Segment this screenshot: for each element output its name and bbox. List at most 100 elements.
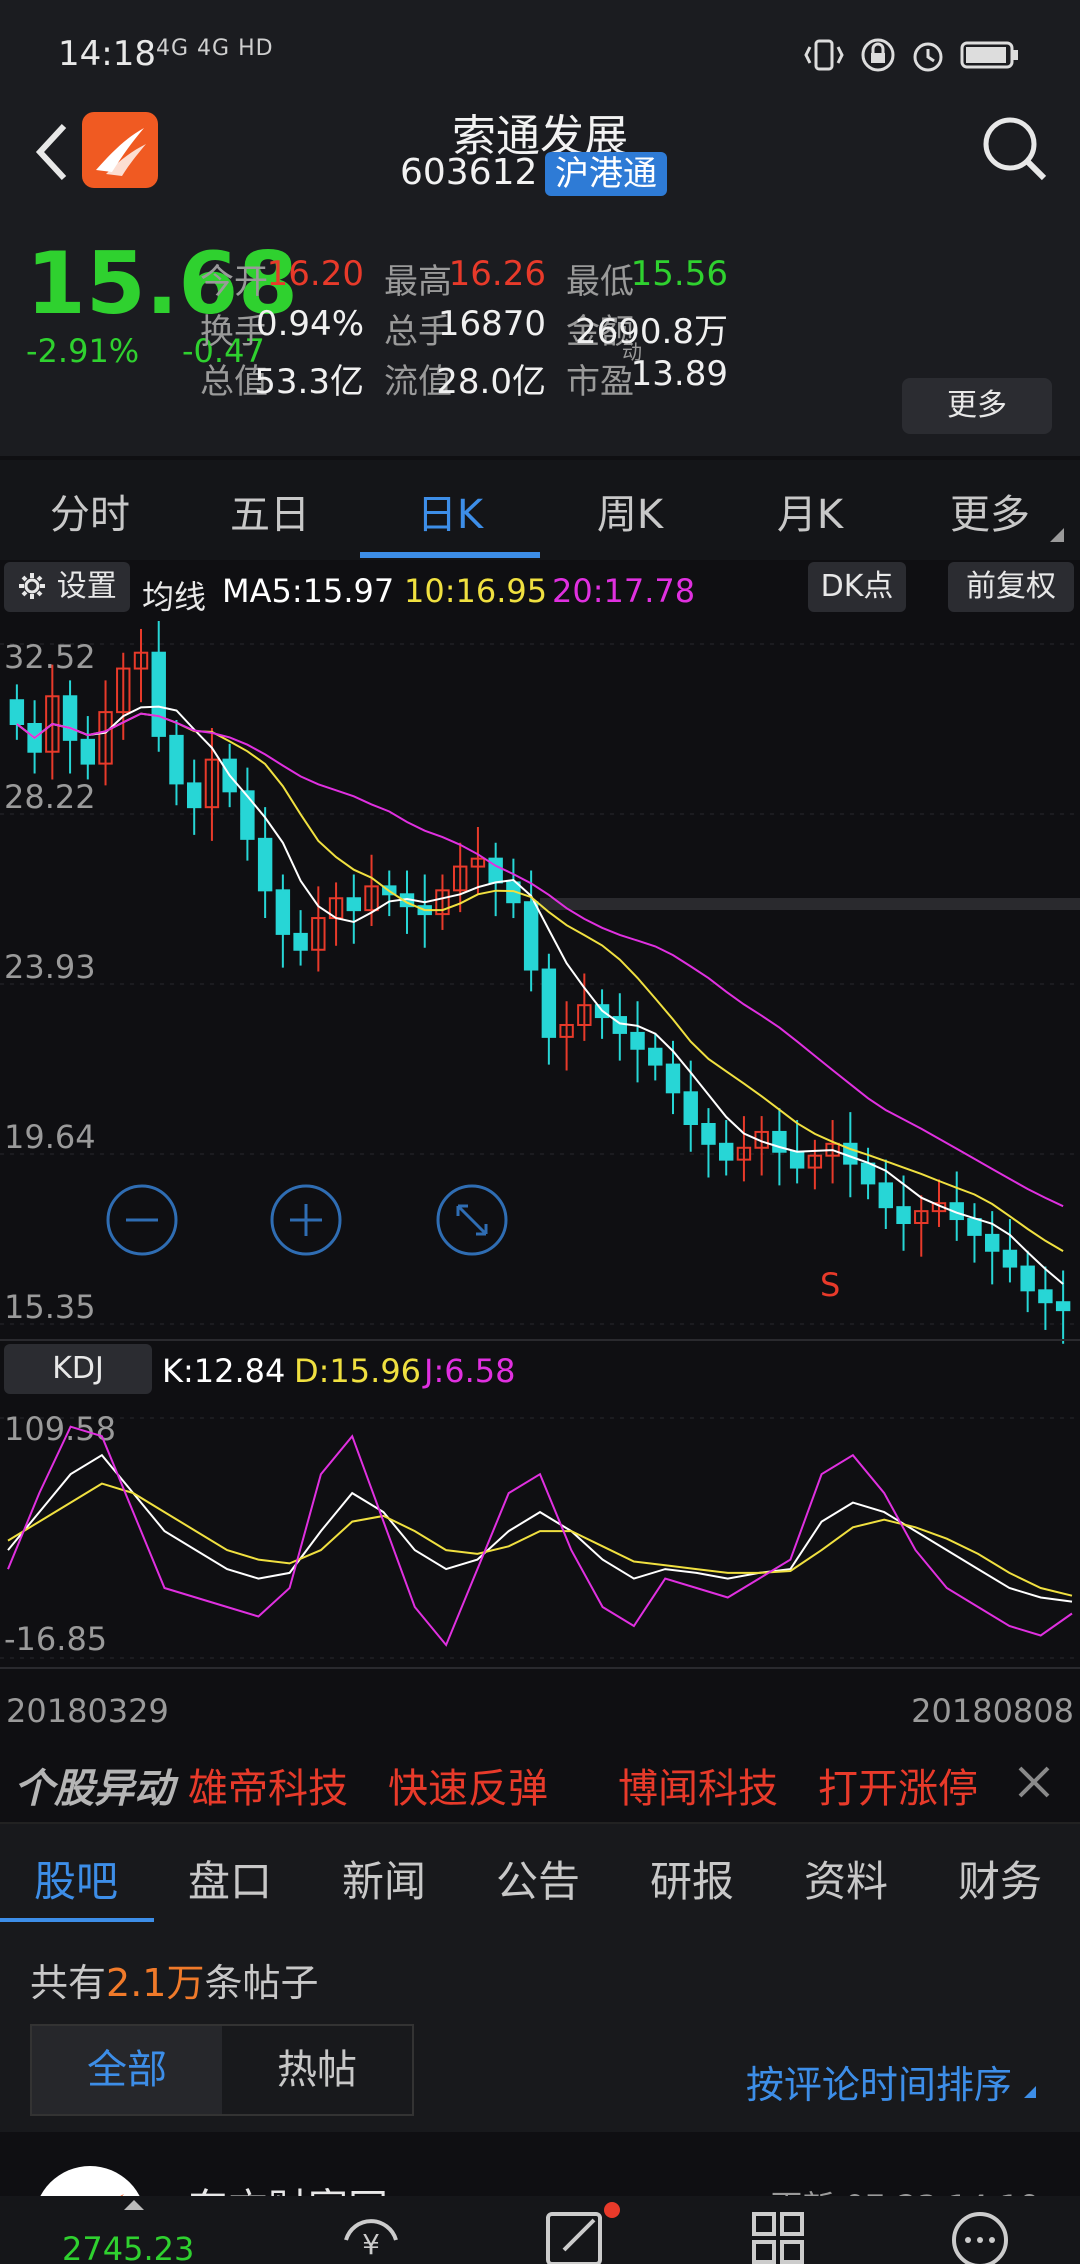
candle-body xyxy=(878,1182,894,1209)
quote-field-value: 13.89 xyxy=(630,354,728,394)
kdj-k-line xyxy=(7,1453,1073,1603)
alert-item[interactable]: 快速反弹 xyxy=(388,1756,548,1814)
sort-label: 按评论时间排序 xyxy=(745,2063,1012,2107)
content-tab-6[interactable]: 财务 xyxy=(958,1848,1042,1909)
candle-body xyxy=(346,897,362,912)
candle-body xyxy=(541,968,557,1038)
content-tab-3[interactable]: 公告 xyxy=(496,1848,580,1909)
bottom-nav: 2745.23 ¥ xyxy=(0,2196,1080,2264)
date-end: 20180808 xyxy=(911,1692,1074,1730)
candle-body xyxy=(1020,1265,1035,1292)
candle-body xyxy=(80,738,96,765)
candle-body xyxy=(701,1123,716,1145)
price-band xyxy=(540,898,1080,910)
candle-body xyxy=(523,901,539,971)
fullscreen-icon[interactable] xyxy=(436,1184,508,1256)
stock-name: 索通发展 xyxy=(452,111,628,162)
filter-all[interactable]: 全部 xyxy=(32,2026,222,2114)
compose-icon[interactable] xyxy=(544,2200,624,2264)
candle-body xyxy=(718,1142,734,1161)
status-time: 14:18 xyxy=(58,34,156,74)
candle-body xyxy=(257,837,273,892)
sort-by-comment-time[interactable]: 按评论时间排序 xyxy=(746,2054,1036,2109)
quote-field-label: 最高 xyxy=(384,262,452,302)
quote-field-value: 16.26 xyxy=(448,254,546,294)
candle-body xyxy=(240,790,255,840)
vibrate-icon xyxy=(804,39,844,71)
period-tabs: 分时 五日 日K 周K 月K 更多 xyxy=(0,460,1080,560)
ma-title: 均线 xyxy=(142,578,207,616)
posts-section: 共有2.1万条帖子 全部 热帖 按评论时间排序 xyxy=(0,1922,1080,2132)
lock-rotation-icon xyxy=(861,38,895,72)
kdj-indicator-button[interactable]: KDJ xyxy=(4,1344,152,1394)
grid-icon[interactable] xyxy=(750,2200,806,2264)
alert-item[interactable]: 博闻科技 xyxy=(618,1756,778,1814)
alert-item[interactable]: 雄帝科技 xyxy=(188,1756,348,1814)
tab-period-3[interactable]: 周K xyxy=(540,482,720,540)
kline-chart[interactable]: 32.52 28.22 23.93 19.64 15.35 S 109.58 -16.85 xyxy=(0,618,1080,1670)
kdj-j-line xyxy=(7,1425,1073,1647)
trade-icon[interactable]: ¥ xyxy=(336,2200,406,2264)
settings-button[interactable]: 设置 xyxy=(4,562,130,612)
candle-body xyxy=(186,782,202,809)
zoom-out-icon[interactable] xyxy=(106,1184,178,1256)
y-tick-label: 23.93 xyxy=(4,948,96,986)
kdj-y-tick-label: 109.58 xyxy=(4,1410,116,1448)
signal-label: S xyxy=(820,1266,840,1304)
content-tab-1[interactable]: 盘口 xyxy=(188,1848,272,1909)
post-count-suffix: 条帖子 xyxy=(204,1961,319,2005)
status-icons xyxy=(802,30,1020,80)
candle-body xyxy=(275,889,291,935)
dk-point-button[interactable]: DK点 xyxy=(808,562,906,612)
candle-body xyxy=(665,1063,681,1094)
more-dots-icon[interactable] xyxy=(950,2200,1010,2264)
y-tick-label: 19.64 xyxy=(4,1118,96,1156)
content-tab-2[interactable]: 新闻 xyxy=(342,1848,426,1909)
filter-hot[interactable]: 热帖 xyxy=(222,2026,412,2114)
tab-period-1[interactable]: 五日 xyxy=(180,482,360,540)
candle-body xyxy=(630,1031,645,1050)
tab-period-4[interactable]: 月K xyxy=(720,482,900,540)
battery-icon xyxy=(960,41,1018,69)
post-count: 共有2.1万条帖子 xyxy=(30,1952,318,2007)
network-indicator: 4G 4G HD xyxy=(156,36,274,61)
quote-panel: 15.68 -2.91% -0.47 今开 16.20 最高 16.26 最低 15.56… xyxy=(0,210,1080,456)
triangle-down-icon xyxy=(1050,528,1064,542)
candle-body xyxy=(1055,1301,1071,1312)
candle-body xyxy=(151,651,166,737)
stock-alert-bar: 个股异动 雄帝科技 快速反弹 博闻科技 打开涨停 xyxy=(0,1748,1080,1818)
quote-field-value: 15.56 xyxy=(630,254,728,294)
more-quote-button[interactable]: 更多 xyxy=(902,378,1052,434)
kdj-j-value: J:6.58 xyxy=(424,1352,516,1390)
candle-body xyxy=(683,1091,698,1126)
ma-legend-bar: 设置 均线 MA5:15.97 10:16.95 20:17.78 DK点 前复… xyxy=(0,562,1080,618)
y-tick-label: 15.35 xyxy=(4,1288,96,1326)
content-tab-5[interactable]: 资料 xyxy=(804,1848,888,1909)
gear-icon xyxy=(19,572,46,599)
close-icon[interactable] xyxy=(1004,1752,1064,1812)
market-index-value[interactable]: 2745.23 xyxy=(62,2230,194,2264)
settings-label: 设置 xyxy=(56,569,117,604)
candle-body xyxy=(1002,1249,1018,1268)
date-start: 20180329 xyxy=(6,1692,169,1730)
svg-text:¥: ¥ xyxy=(362,2228,380,2261)
quote-field-value: 0.94% xyxy=(255,304,364,344)
triangle-down-icon xyxy=(1024,2086,1036,2098)
quote-field-label: 今开 xyxy=(200,262,268,302)
candle-body xyxy=(293,932,308,951)
candle-body xyxy=(1038,1289,1053,1304)
pe-superscript: 动 xyxy=(622,340,642,364)
adjust-button[interactable]: 前复权 xyxy=(948,562,1074,612)
exchange-tag[interactable]: 沪港通 xyxy=(545,152,667,196)
content-tab-0[interactable]: 股吧 xyxy=(34,1848,118,1909)
content-tab-4[interactable]: 研报 xyxy=(650,1848,734,1909)
zoom-in-icon[interactable] xyxy=(270,1184,342,1256)
tab-period-0[interactable]: 分时 xyxy=(0,482,180,540)
search-icon[interactable] xyxy=(980,114,1050,184)
stock-code: 603612 xyxy=(400,152,538,193)
tab-period-2[interactable]: 日K xyxy=(360,482,540,540)
status-bar: 14:18 4G 4G HD xyxy=(0,0,1080,110)
candle-body xyxy=(896,1206,911,1225)
alert-item[interactable]: 打开涨停 xyxy=(818,1756,978,1814)
index-up-arrow-icon xyxy=(124,2200,144,2210)
